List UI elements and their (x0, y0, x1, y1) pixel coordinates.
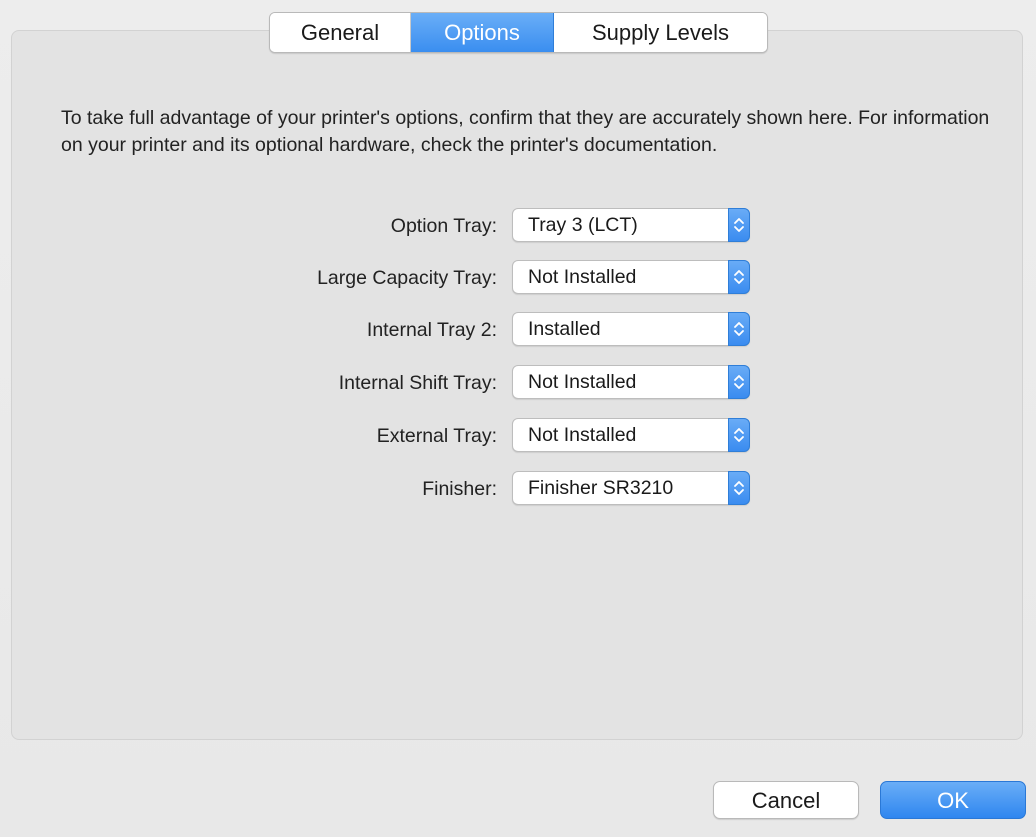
tab-options[interactable]: Options (411, 13, 554, 52)
internal-tray-2-label: Internal Tray 2: (366, 319, 497, 341)
internal-shift-tray-label: Internal Shift Tray: (338, 372, 497, 394)
tab-bar: General Options Supply Levels (269, 12, 768, 53)
up-down-chevron-icon (728, 208, 750, 242)
external-tray-popup[interactable]: Not Installed (512, 418, 750, 452)
up-down-chevron-icon (728, 260, 750, 294)
cancel-button[interactable]: Cancel (713, 781, 859, 819)
internal-shift-tray-value: Not Installed (528, 371, 637, 393)
option-row-large-capacity-tray: Large Capacity Tray: Not Installed (0, 260, 1036, 296)
up-down-chevron-icon (728, 365, 750, 399)
option-row-finisher: Finisher: Finisher SR3210 (0, 471, 1036, 507)
up-down-chevron-icon (728, 418, 750, 452)
option-tray-value: Tray 3 (LCT) (528, 214, 638, 236)
finisher-value: Finisher SR3210 (528, 477, 674, 499)
tab-supply-levels[interactable]: Supply Levels (554, 13, 767, 52)
option-tray-popup[interactable]: Tray 3 (LCT) (512, 208, 750, 242)
ok-button[interactable]: OK (880, 781, 1026, 819)
internal-tray-2-popup[interactable]: Installed (512, 312, 750, 346)
printer-options-dialog: General Options Supply Levels To take fu… (0, 0, 1036, 837)
option-row-external-tray: External Tray: Not Installed (0, 418, 1036, 454)
up-down-chevron-icon (728, 471, 750, 505)
tab-general[interactable]: General (270, 13, 411, 52)
option-row-internal-shift-tray: Internal Shift Tray: Not Installed (0, 365, 1036, 401)
option-row-internal-tray-2: Internal Tray 2: Installed (0, 312, 1036, 348)
large-capacity-tray-label: Large Capacity Tray: (317, 267, 497, 289)
finisher-label: Finisher: (422, 478, 497, 500)
intro-text: To take full advantage of your printer's… (61, 107, 990, 156)
external-tray-label: External Tray: (376, 425, 497, 447)
large-capacity-tray-popup[interactable]: Not Installed (512, 260, 750, 294)
up-down-chevron-icon (728, 312, 750, 346)
option-row-option-tray: Option Tray: Tray 3 (LCT) (0, 208, 1036, 244)
large-capacity-tray-value: Not Installed (528, 266, 637, 288)
option-tray-label: Option Tray: (390, 215, 497, 237)
finisher-popup[interactable]: Finisher SR3210 (512, 471, 750, 505)
internal-shift-tray-popup[interactable]: Not Installed (512, 365, 750, 399)
external-tray-value: Not Installed (528, 424, 637, 446)
internal-tray-2-value: Installed (528, 318, 601, 340)
